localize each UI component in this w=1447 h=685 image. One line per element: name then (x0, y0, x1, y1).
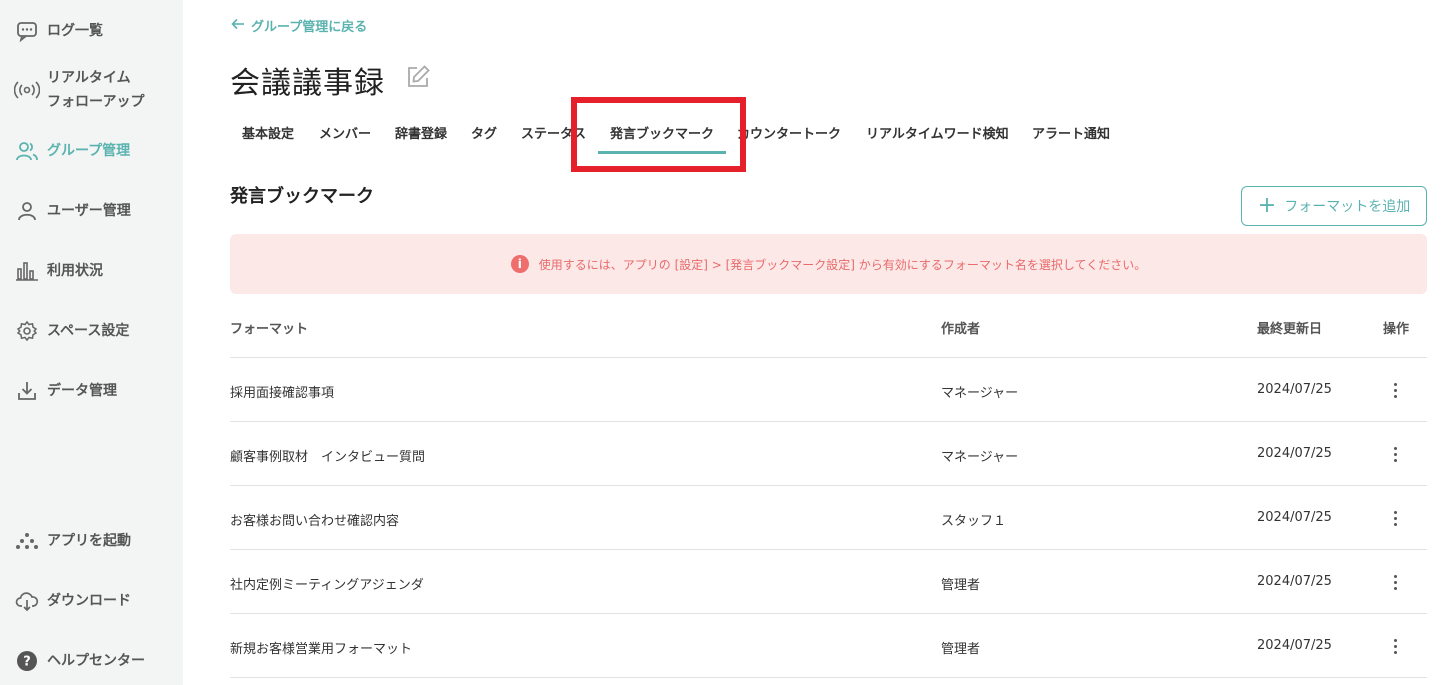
tab-status[interactable]: ステータス (521, 118, 586, 154)
header-updated: 最終更新日 (1257, 322, 1323, 337)
cell-author: 管理者 (941, 642, 981, 657)
cell-updated: 2024/07/25 (1257, 574, 1332, 589)
sidebar-item-label: スペース設定 (47, 323, 130, 339)
cell-author: マネージャー (941, 450, 1019, 465)
cell-format: 採用面接確認事項 (230, 386, 335, 401)
sidebar-item-label: ヘルプセンター (47, 653, 145, 669)
table-row[interactable]: 新規お客様営業用フォーマット 管理者 2024/07/25 (230, 614, 1427, 678)
cell-format: 社内定例ミーティングアジェンダ (230, 578, 424, 593)
sidebar-item-help-center[interactable]: ? ヘルプセンター (0, 648, 183, 674)
header-format: フォーマット (230, 322, 309, 337)
more-options-icon[interactable] (1385, 442, 1405, 466)
download-tray-icon (14, 378, 40, 404)
sidebar-item-label: 利用状況 (47, 263, 103, 279)
cell-updated: 2024/07/25 (1257, 382, 1332, 397)
cloud-download-icon (14, 588, 40, 614)
section-title: 発言ブックマーク (230, 186, 374, 207)
arrow-left-icon (231, 18, 245, 34)
help-icon: ? (14, 648, 40, 674)
cell-updated: 2024/07/25 (1257, 638, 1332, 653)
sidebar-item-label: アプリを起動 (47, 533, 131, 549)
bookmark-format-table: フォーマット 作成者 最終更新日 操作 採用面接確認事項 マネージャー 2024… (230, 294, 1427, 678)
sidebar-item-usage[interactable]: 利用状況 (0, 258, 183, 284)
user-icon (14, 198, 40, 224)
table-header: フォーマット 作成者 最終更新日 操作 (230, 294, 1427, 358)
back-link-label: グループ管理に戻る (251, 20, 368, 35)
cell-author: スタッフ１ (941, 514, 1007, 529)
edit-title-icon[interactable] (405, 64, 431, 90)
tab-tags[interactable]: タグ (471, 118, 497, 154)
tab-alert-notifications[interactable]: アラート通知 (1032, 118, 1110, 154)
more-options-icon[interactable] (1385, 378, 1405, 402)
header-actions: 操作 (1383, 322, 1410, 337)
info-alert: i 使用するには、アプリの [設定] > [発言ブックマーク設定] から有効にす… (230, 234, 1427, 294)
sidebar-item-label: ログ一覧 (47, 23, 103, 39)
more-options-icon[interactable] (1385, 506, 1405, 530)
more-options-icon[interactable] (1385, 634, 1405, 658)
add-format-button[interactable]: + フォーマットを追加 (1241, 186, 1427, 226)
table-row[interactable]: 顧客事例取材 インタビュー質問 マネージャー 2024/07/25 (230, 422, 1427, 486)
back-link[interactable]: グループ管理に戻る (231, 16, 367, 35)
tab-basic-settings[interactable]: 基本設定 (242, 118, 294, 154)
add-format-label: フォーマットを追加 (1284, 199, 1411, 215)
plus-icon: + (1257, 193, 1277, 218)
chat-bubble-icon (14, 18, 40, 44)
sidebar-item-launch-app[interactable]: アプリを起動 (0, 528, 183, 554)
svg-text:?: ? (23, 655, 31, 670)
cell-updated: 2024/07/25 (1257, 510, 1332, 525)
cell-format: 顧客事例取材 インタビュー質問 (230, 450, 426, 465)
sidebar-item-label: ユーザー管理 (47, 203, 131, 219)
info-icon: i (510, 255, 529, 273)
table-row[interactable]: お客様お問い合わせ確認内容 スタッフ１ 2024/07/25 (230, 486, 1427, 550)
tab-counter-talk[interactable]: カウンタートーク (737, 118, 841, 154)
cell-author: 管理者 (941, 578, 981, 593)
sidebar-item-label: データ管理 (47, 383, 117, 399)
app-launch-icon (14, 528, 40, 554)
sidebar-item-download[interactable]: ダウンロード (0, 588, 183, 614)
active-tab-indicator (598, 151, 727, 154)
tab-dictionary[interactable]: 辞書登録 (395, 118, 447, 154)
main-content: グループ管理に戻る 会議議事録 基本設定 メンバー 辞書登録 タグ ステータス … (183, 0, 1447, 685)
sidebar-item-label: リアルタイム フォローアップ (47, 70, 145, 110)
sidebar-item-data-management[interactable]: データ管理 (0, 378, 183, 404)
header-author: 作成者 (941, 322, 981, 337)
tab-members[interactable]: メンバー (319, 118, 371, 154)
tab-realtime-word-detection[interactable]: リアルタイムワード検知 (866, 118, 1009, 154)
sidebar-item-label: ダウンロード (47, 593, 131, 609)
group-icon (14, 138, 40, 164)
table-row[interactable]: 採用面接確認事項 マネージャー 2024/07/25 (230, 358, 1427, 422)
sidebar: ログ一覧 リアルタイム フォローアップ グループ管理 ユーザー管理 利用状況 ス… (0, 0, 183, 685)
gear-icon (14, 318, 40, 344)
sidebar-item-realtime-followup[interactable]: リアルタイム フォローアップ (0, 66, 183, 114)
sidebar-item-group-management[interactable]: グループ管理 (0, 138, 183, 164)
cell-updated: 2024/07/25 (1257, 446, 1332, 461)
broadcast-icon (14, 77, 40, 103)
table-row[interactable]: 社内定例ミーティングアジェンダ 管理者 2024/07/25 (230, 550, 1427, 614)
sidebar-item-space-settings[interactable]: スペース設定 (0, 318, 183, 344)
cell-format: お客様お問い合わせ確認内容 (230, 514, 400, 529)
sidebar-item-user-management[interactable]: ユーザー管理 (0, 198, 183, 224)
page-title: 会議議事録 (230, 66, 385, 101)
sidebar-item-logs[interactable]: ログ一覧 (0, 18, 183, 44)
tab-speech-bookmarks[interactable]: 発言ブックマーク (598, 118, 727, 154)
more-options-icon[interactable] (1385, 570, 1405, 594)
sidebar-item-label: グループ管理 (47, 143, 131, 159)
bar-chart-icon (14, 258, 40, 284)
alert-text: 使用するには、アプリの [設定] > [発言ブックマーク設定] から有効にするフ… (538, 257, 1147, 272)
cell-format: 新規お客様営業用フォーマット (230, 642, 413, 657)
cell-author: マネージャー (941, 386, 1019, 401)
